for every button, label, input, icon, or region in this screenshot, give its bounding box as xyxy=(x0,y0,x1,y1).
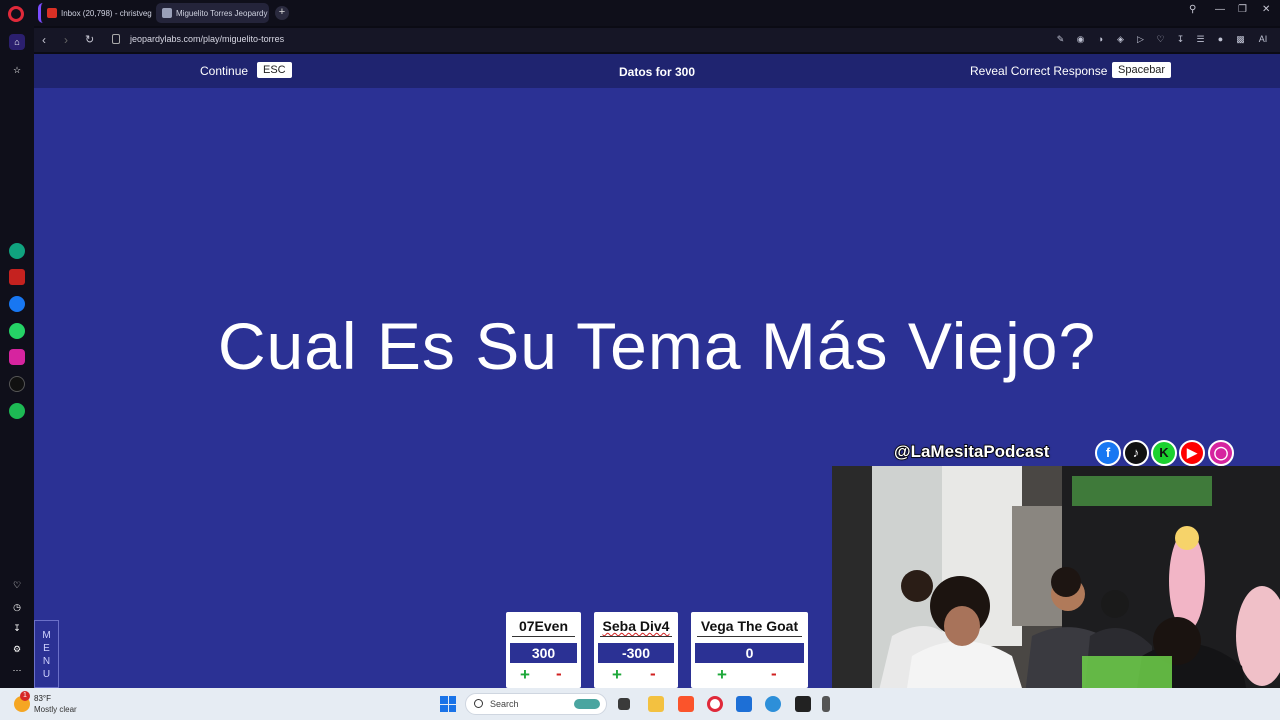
shield-icon[interactable]: ◑ xyxy=(1094,32,1107,46)
tab-label: Inbox (20,798) - christveg xyxy=(61,8,152,18)
menu-letter: M xyxy=(42,630,51,641)
question-text: Cual Es Su Tema Más Viejo? xyxy=(217,309,1097,383)
task-view-icon[interactable] xyxy=(618,698,630,710)
brave-icon[interactable] xyxy=(678,696,694,712)
team-name[interactable]: 07Even xyxy=(506,618,581,634)
star-icon[interactable]: ☆ xyxy=(9,62,25,78)
opera-logo-icon[interactable] xyxy=(8,6,24,22)
team-name[interactable]: Seba Div4 xyxy=(594,618,678,634)
store-icon[interactable] xyxy=(736,696,752,712)
team-card: Seba Div4 -300 + - xyxy=(594,612,678,688)
divider xyxy=(512,636,575,637)
downloads-icon[interactable]: ↧ xyxy=(9,620,25,636)
minus-button[interactable]: - xyxy=(556,664,562,684)
menu-button[interactable]: M E N U xyxy=(34,620,59,688)
close-icon[interactable]: ✕ xyxy=(1262,4,1270,15)
restore-icon[interactable]: ❐ xyxy=(1238,4,1247,15)
team-score: 0 xyxy=(695,643,804,663)
edge-icon[interactable] xyxy=(765,696,781,712)
jeopardylabs-icon xyxy=(162,8,172,18)
history-icon[interactable]: ◷ xyxy=(9,599,25,615)
temperature-text[interactable]: 83°F xyxy=(34,694,51,703)
chatgpt-icon[interactable] xyxy=(9,243,25,259)
windows-taskbar: 1 83°F Mostly clear Search xyxy=(0,688,1280,720)
divider xyxy=(600,636,672,637)
camera-icon[interactable]: ◉ xyxy=(1074,32,1087,46)
youtube-icon: ▶ xyxy=(1179,440,1205,466)
minimize-icon[interactable]: — xyxy=(1215,4,1225,15)
ai-icon[interactable]: AI xyxy=(1254,32,1272,46)
menu-icon[interactable]: ☰ xyxy=(1194,32,1207,46)
tiktok-icon: ♪ xyxy=(1123,440,1149,466)
taskbar-search-input[interactable]: Search xyxy=(465,693,607,715)
whatsapp-icon[interactable] xyxy=(9,323,25,339)
tab-label: Miguelito Torres Jeopardy xyxy=(176,8,268,18)
address-bar: ‹ › ↻ jeopardylabs.com/play/miguelito-to… xyxy=(34,28,1280,52)
webcam-feed xyxy=(832,466,1280,720)
team-score: 300 xyxy=(510,643,577,663)
plus-button[interactable]: + xyxy=(520,665,530,685)
instagram-sidebar-icon[interactable] xyxy=(9,349,25,365)
app-icon[interactable] xyxy=(795,696,811,712)
lock-icon[interactable] xyxy=(112,34,120,44)
windows-start-icon[interactable] xyxy=(440,696,456,712)
url-input[interactable]: jeopardylabs.com/play/miguelito-torres xyxy=(130,34,284,44)
play-icon[interactable]: ▷ xyxy=(1134,32,1147,46)
notification-badge: 1 xyxy=(20,691,30,701)
opera-sidebar: ⌂ ☆ ♡ ◷ ↧ ⚙ ⋯ xyxy=(0,26,34,688)
search-tabs-icon[interactable]: ⚲ xyxy=(1189,4,1196,15)
menu-letter: E xyxy=(43,643,50,654)
weather-condition: Mostly clear xyxy=(34,705,77,714)
tab-jeopardy[interactable]: Miguelito Torres Jeopardy xyxy=(156,3,269,23)
divider xyxy=(697,636,802,637)
vpn-icon[interactable]: ◈ xyxy=(1114,32,1127,46)
minus-button[interactable]: - xyxy=(771,664,777,684)
browser-tab-bar: Inbox (20,798) - christveg Miguelito Tor… xyxy=(0,0,1280,26)
plus-button[interactable]: + xyxy=(612,665,622,685)
menu-letter: U xyxy=(42,669,51,680)
question-topbar: Continue ESC Datos for 300 Reveal Correc… xyxy=(34,54,1280,88)
profile-icon[interactable]: ● xyxy=(1214,32,1227,46)
search-placeholder: Search xyxy=(490,699,519,709)
back-icon[interactable]: ‹ xyxy=(42,33,46,47)
gmail-sidebar-icon[interactable] xyxy=(9,269,25,285)
app-icon[interactable] xyxy=(822,696,830,712)
minus-button[interactable]: - xyxy=(650,664,656,684)
podcast-handle: @LaMesitaPodcast xyxy=(893,441,1050,462)
webcam-scene xyxy=(832,466,1280,720)
extensions-icon[interactable]: ▩ xyxy=(1234,32,1247,46)
team-card: 07Even 300 + - xyxy=(506,612,581,688)
instagram-icon: ◯ xyxy=(1208,440,1234,466)
search-highlight-icon xyxy=(574,699,600,709)
search-icon xyxy=(474,699,483,708)
heart-icon[interactable]: ♡ xyxy=(1154,32,1167,46)
spacebar-key-button[interactable]: Spacebar xyxy=(1112,62,1172,78)
forward-icon[interactable]: › xyxy=(64,33,68,47)
settings-icon[interactable]: ⚙ xyxy=(9,641,25,657)
tiktok-sidebar-icon[interactable] xyxy=(9,376,25,392)
plus-button[interactable]: + xyxy=(717,665,727,685)
toolbar-icons: ✎ ◉ ◑ ◈ ▷ ♡ ↧ ☰ ● ▩ AI xyxy=(1054,32,1272,46)
team-name[interactable]: Vega The Goat xyxy=(691,618,808,634)
tab-inbox[interactable]: Inbox (20,798) - christveg xyxy=(38,3,152,23)
team-card: Vega The Goat 0 + - xyxy=(691,612,808,688)
file-explorer-icon[interactable] xyxy=(648,696,664,712)
gmail-icon xyxy=(47,8,57,18)
kick-icon: K xyxy=(1151,440,1177,466)
facebook-icon: f xyxy=(1095,440,1121,466)
heart-sidebar-icon[interactable]: ♡ xyxy=(9,577,25,593)
spotify-icon[interactable] xyxy=(9,403,25,419)
reveal-label[interactable]: Reveal Correct Response xyxy=(970,64,1107,78)
team-score: -300 xyxy=(598,643,674,663)
home-icon[interactable]: ⌂ xyxy=(9,34,25,50)
messenger-icon[interactable] xyxy=(9,296,25,312)
download-icon[interactable]: ↧ xyxy=(1174,32,1187,46)
more-icon[interactable]: ⋯ xyxy=(9,662,25,678)
reload-icon[interactable]: ↻ xyxy=(85,33,94,46)
new-tab-button[interactable]: + xyxy=(275,6,289,20)
menu-letter: N xyxy=(42,656,51,667)
opera-taskbar-icon[interactable] xyxy=(707,696,723,712)
edit-icon[interactable]: ✎ xyxy=(1054,32,1067,46)
